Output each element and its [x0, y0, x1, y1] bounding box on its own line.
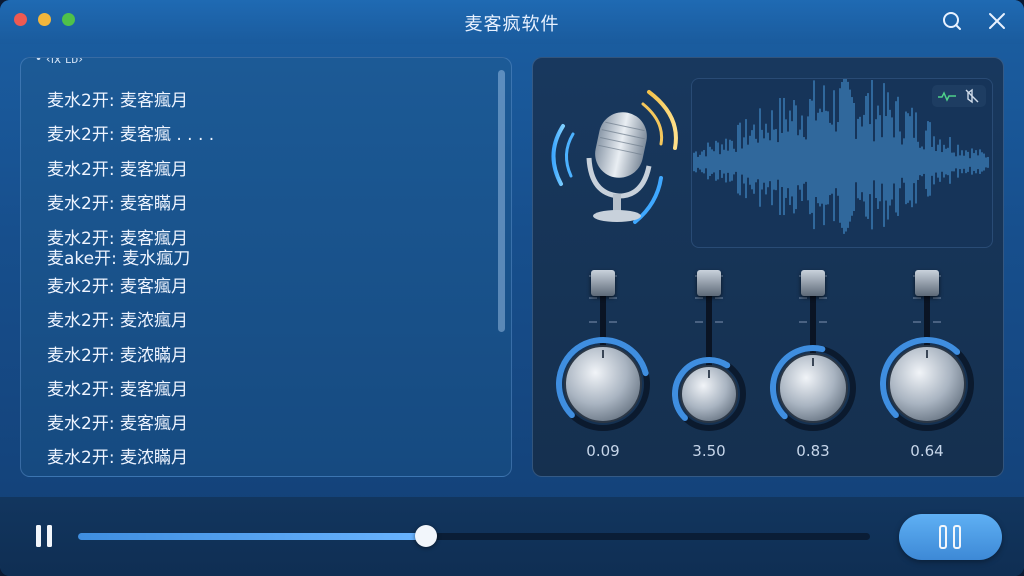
title-bar: 麦客疯软件 — [0, 0, 1024, 44]
channel-knob[interactable] — [669, 354, 749, 434]
channel-value-label: 3.50 — [692, 442, 726, 460]
waveform-toolbar — [932, 85, 986, 107]
fader-handle[interactable] — [801, 270, 825, 296]
fader-handle[interactable] — [915, 270, 939, 296]
playlist-item[interactable]: 麦水2开: 麦浓瘋月 — [47, 306, 188, 331]
playlist-header: • ‹ıx ʟᴅ› — [35, 57, 84, 66]
playlist-item[interactable]: 麦水2开: 麦浓瞞月 — [47, 341, 188, 366]
playlist-panel: • ‹ıx ʟᴅ› 麦水2开: 麦客瘋月 麦水2开: 麦客瘋 . . . . 麦水2… — [20, 57, 512, 477]
progress-track[interactable] — [78, 525, 870, 547]
playlist-item[interactable]: 麦水2开: 麦客瘋月 — [47, 155, 188, 180]
play-pause-button[interactable] — [899, 514, 1002, 560]
playlist-item[interactable]: 麦水2开: 麦客瞞月 — [47, 189, 188, 214]
playlist-item[interactable]: 麦水2开: 麦客瘋 . . . . — [47, 120, 214, 145]
mute-icon[interactable] — [964, 88, 980, 104]
mixer-panel: 0.09 3.50 0.83 0.64 — [532, 57, 1004, 477]
progress-fill — [78, 533, 427, 540]
channel-value-label: 0.09 — [586, 442, 620, 460]
search-icon[interactable] — [941, 10, 963, 32]
channel-knob[interactable] — [553, 334, 653, 434]
playlist-item[interactable]: 麦水2开: 麦客瘋月 — [47, 272, 188, 297]
pause-icon — [939, 525, 961, 549]
playlist-item[interactable]: 麦水2开: 麦客瘋月 — [47, 375, 188, 400]
playlist-item[interactable]: 麦水2开: 麦客瘋月 — [47, 409, 188, 434]
channel-value-label: 0.83 — [796, 442, 830, 460]
channel-knob[interactable] — [877, 334, 977, 434]
window-title: 麦客疯软件 — [464, 14, 560, 35]
playlist-item[interactable]: 麦水2开: 麦客瘋月 — [47, 86, 188, 111]
playlist-item[interactable]: 麦水2开: 麦浓瞞月 — [47, 443, 188, 468]
playlist-scrollbar[interactable] — [498, 70, 505, 332]
fader-handle[interactable] — [697, 270, 721, 296]
close-icon[interactable] — [986, 10, 1008, 32]
playlist-item[interactable]: 麦ake开: 麦水瘋刀 — [47, 244, 190, 269]
waveform-icon[interactable] — [938, 89, 956, 103]
microphone-icon — [551, 90, 678, 224]
pause-icon[interactable] — [34, 524, 54, 548]
fader-handle[interactable] — [591, 270, 615, 296]
channel-knob[interactable] — [767, 342, 859, 434]
app-window: 麦客疯软件 • ‹ıx ʟᴅ› 麦水2开: 麦客瘋月麦水2开: 麦客瘋 . . … — [0, 0, 1024, 576]
waveform-display — [691, 78, 993, 248]
channel-value-label: 0.64 — [910, 442, 944, 460]
